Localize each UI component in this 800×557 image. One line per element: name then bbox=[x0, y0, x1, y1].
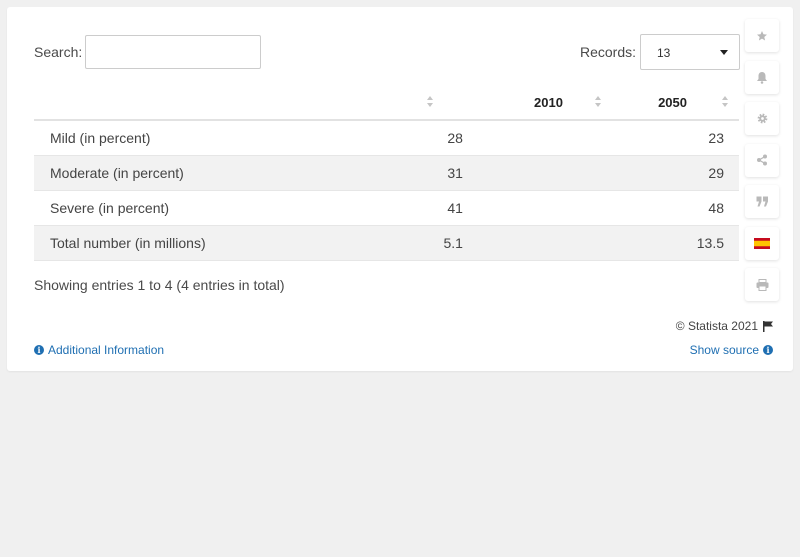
data-table: 2010 2050 Mild (in percent) 28 23 Modera… bbox=[34, 85, 739, 261]
print-icon bbox=[756, 278, 768, 291]
sort-icon bbox=[594, 96, 601, 108]
column-header-2050[interactable]: 2050 bbox=[611, 85, 739, 121]
share-icon bbox=[757, 154, 767, 166]
share-button[interactable] bbox=[745, 143, 779, 177]
info-icon: i bbox=[34, 345, 44, 355]
sort-icon bbox=[722, 96, 728, 108]
settings-button[interactable] bbox=[745, 102, 779, 135]
cell-2050: 29 bbox=[611, 155, 739, 191]
cell-2050: 48 bbox=[611, 190, 739, 226]
table-row: Severe (in percent) 41 48 bbox=[34, 190, 739, 226]
cell-2010: 41 bbox=[443, 190, 612, 226]
flag-icon bbox=[763, 320, 773, 332]
sort-icon bbox=[426, 96, 433, 108]
cell-2050: 23 bbox=[611, 120, 739, 156]
bell-icon bbox=[757, 71, 767, 84]
language-button[interactable] bbox=[745, 226, 779, 260]
cell-2050: 13.5 bbox=[611, 225, 739, 261]
table-row: Total number (in millions) 5.1 13.5 bbox=[34, 225, 739, 261]
notification-button[interactable] bbox=[745, 60, 779, 94]
cite-button[interactable] bbox=[745, 185, 779, 218]
show-source-link[interactable]: Show source i bbox=[690, 343, 773, 357]
records-select[interactable]: 13 bbox=[640, 34, 740, 70]
column-header-label[interactable] bbox=[34, 85, 444, 121]
cell-2010: 31 bbox=[443, 155, 612, 191]
cell-2010: 28 bbox=[443, 120, 612, 156]
row-label: Mild (in percent) bbox=[34, 120, 444, 156]
table-header-row: 2010 2050 bbox=[34, 85, 739, 121]
row-label: Total number (in millions) bbox=[34, 225, 444, 261]
info-icon: i bbox=[763, 345, 773, 355]
copyright[interactable]: © Statista 2021 bbox=[676, 319, 773, 333]
row-label: Severe (in percent) bbox=[34, 190, 444, 226]
show-source-label: Show source bbox=[689, 343, 759, 357]
records-label: Records: bbox=[580, 44, 637, 60]
cell-2010: 5.1 bbox=[443, 225, 612, 261]
additional-information-label: Additional Information bbox=[48, 343, 165, 357]
gear-icon bbox=[757, 113, 767, 124]
copyright-text: © Statista 2021 bbox=[675, 319, 758, 333]
statistic-card: Search: Records: 13 2010 2050 Mild (in p… bbox=[7, 7, 793, 371]
spain-flag-icon bbox=[754, 237, 770, 249]
table-row: Moderate (in percent) 31 29 bbox=[34, 155, 739, 191]
search-label: Search: bbox=[34, 44, 83, 60]
print-button[interactable] bbox=[745, 268, 779, 301]
additional-information-link[interactable]: i Additional Information bbox=[34, 343, 164, 357]
entries-summary: Showing entries 1 to 4 (4 entries in tot… bbox=[34, 277, 285, 293]
star-icon bbox=[757, 30, 767, 40]
quote-icon bbox=[756, 196, 768, 207]
side-toolbar bbox=[745, 19, 779, 310]
chevron-down-icon bbox=[720, 50, 728, 55]
favorite-button[interactable] bbox=[745, 19, 779, 52]
search-input[interactable] bbox=[85, 35, 261, 69]
column-header-2010[interactable]: 2010 bbox=[443, 85, 612, 121]
table-row: Mild (in percent) 28 23 bbox=[34, 120, 739, 156]
row-label: Moderate (in percent) bbox=[34, 155, 444, 191]
records-select-value: 13 bbox=[657, 46, 671, 60]
